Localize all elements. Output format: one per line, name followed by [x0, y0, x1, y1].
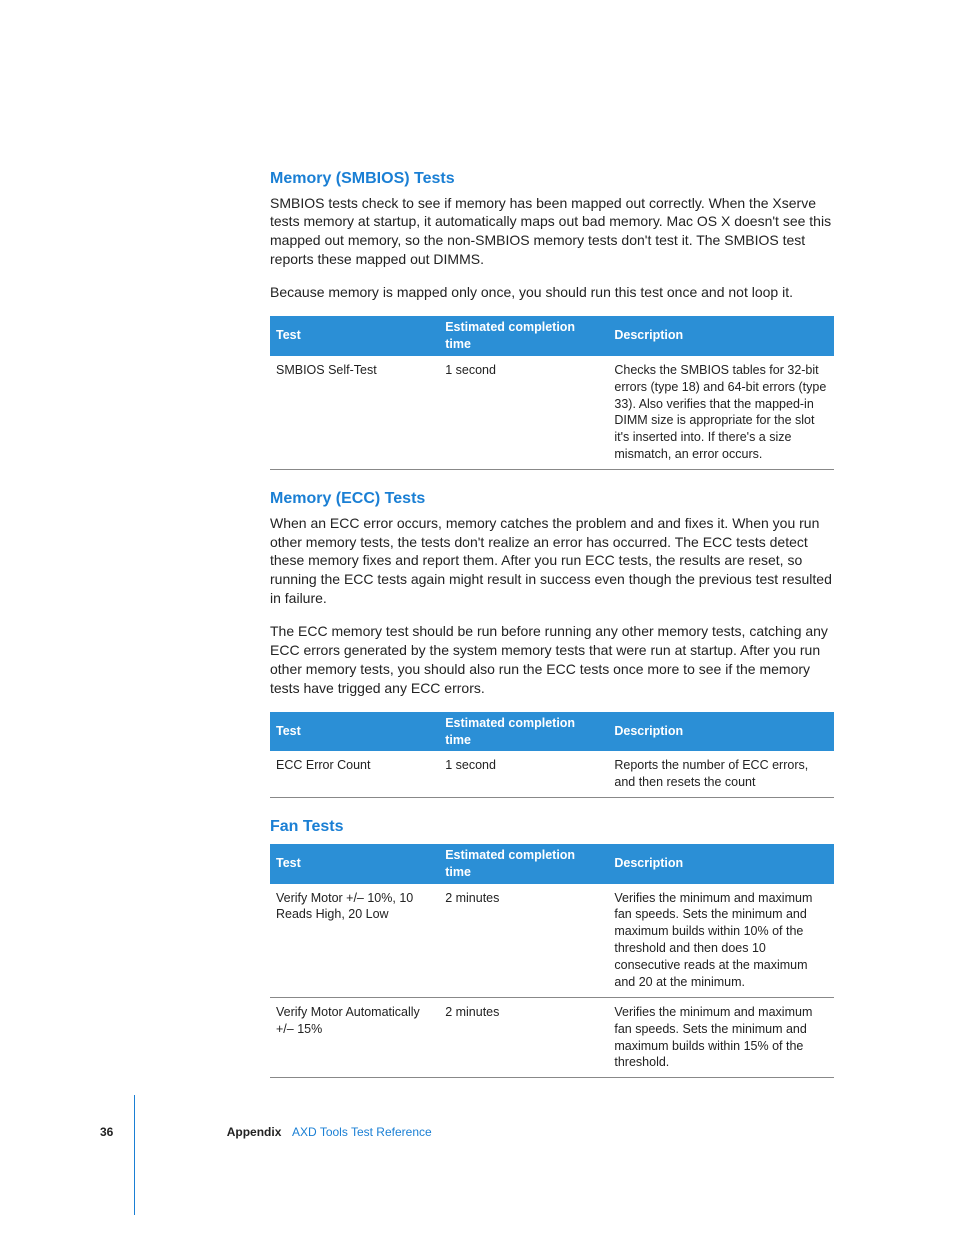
table-row: Verify Motor +/– 10%, 10 Reads High, 20 …: [270, 884, 834, 998]
cell-desc: Verifies the minimum and maximum fan spe…: [608, 997, 834, 1078]
section-heading-smbios: Memory (SMBIOS) Tests: [270, 168, 834, 190]
cell-desc: Reports the number of ECC errors, and th…: [608, 751, 834, 797]
page-number: 36: [100, 1125, 113, 1139]
table-row: ECC Error Count 1 second Reports the num…: [270, 751, 834, 797]
col-test: Test: [270, 316, 439, 356]
cell-desc: Verifies the minimum and maximum fan spe…: [608, 884, 834, 998]
paragraph: Because memory is mapped only once, you …: [270, 283, 834, 302]
col-test: Test: [270, 844, 439, 884]
table-row: Verify Motor Automatically +/– 15% 2 min…: [270, 997, 834, 1078]
paragraph: When an ECC error occurs, memory catches…: [270, 514, 834, 608]
cell-time: 2 minutes: [439, 884, 608, 998]
col-time: Estimated completion time: [439, 844, 608, 884]
cell-time: 2 minutes: [439, 997, 608, 1078]
footer-appendix: Appendix: [227, 1125, 282, 1139]
cell-test: Verify Motor Automatically +/– 15%: [270, 997, 439, 1078]
col-test: Test: [270, 712, 439, 752]
ecc-table: Test Estimated completion time Descripti…: [270, 712, 834, 799]
col-desc: Description: [608, 316, 834, 356]
section-heading-fan: Fan Tests: [270, 816, 834, 838]
cell-test: ECC Error Count: [270, 751, 439, 797]
paragraph: The ECC memory test should be run before…: [270, 622, 834, 698]
footer-title: AXD Tools Test Reference: [292, 1125, 432, 1139]
cell-test: Verify Motor +/– 10%, 10 Reads High, 20 …: [270, 884, 439, 998]
section-heading-ecc: Memory (ECC) Tests: [270, 488, 834, 510]
col-desc: Description: [608, 712, 834, 752]
fan-table: Test Estimated completion time Descripti…: [270, 844, 834, 1079]
footer: 36 Appendix AXD Tools Test Reference: [100, 1124, 432, 1140]
col-desc: Description: [608, 844, 834, 884]
smbios-table: Test Estimated completion time Descripti…: [270, 316, 834, 470]
table-row: SMBIOS Self-Test 1 second Checks the SMB…: [270, 356, 834, 470]
paragraph: SMBIOS tests check to see if memory has …: [270, 194, 834, 270]
col-time: Estimated completion time: [439, 712, 608, 752]
col-time: Estimated completion time: [439, 316, 608, 356]
cell-desc: Checks the SMBIOS tables for 32-bit erro…: [608, 356, 834, 470]
vertical-rule: [134, 1095, 135, 1215]
cell-test: SMBIOS Self-Test: [270, 356, 439, 470]
cell-time: 1 second: [439, 356, 608, 470]
cell-time: 1 second: [439, 751, 608, 797]
